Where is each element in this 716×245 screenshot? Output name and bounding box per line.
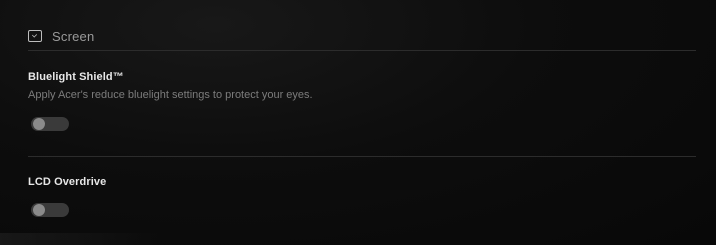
section-header: Screen — [28, 27, 94, 45]
lcd-overdrive-toggle[interactable] — [31, 203, 69, 217]
toggle-knob — [33, 118, 45, 130]
section-divider — [28, 50, 696, 51]
screen-settings-panel: Screen Bluelight Shield™ Apply Acer's re… — [0, 0, 716, 245]
setting-divider — [28, 156, 696, 157]
lcd-overdrive-title: LCD Overdrive — [28, 176, 107, 188]
decorative-shadow — [0, 233, 160, 245]
section-title: Screen — [52, 28, 95, 44]
bluelight-shield-description: Apply Acer's reduce bluelight settings t… — [28, 89, 313, 101]
bluelight-shield-title: Bluelight Shield™ — [28, 71, 124, 83]
bluelight-shield-toggle[interactable] — [31, 117, 69, 131]
toggle-knob — [33, 204, 45, 216]
screen-icon — [28, 30, 42, 42]
